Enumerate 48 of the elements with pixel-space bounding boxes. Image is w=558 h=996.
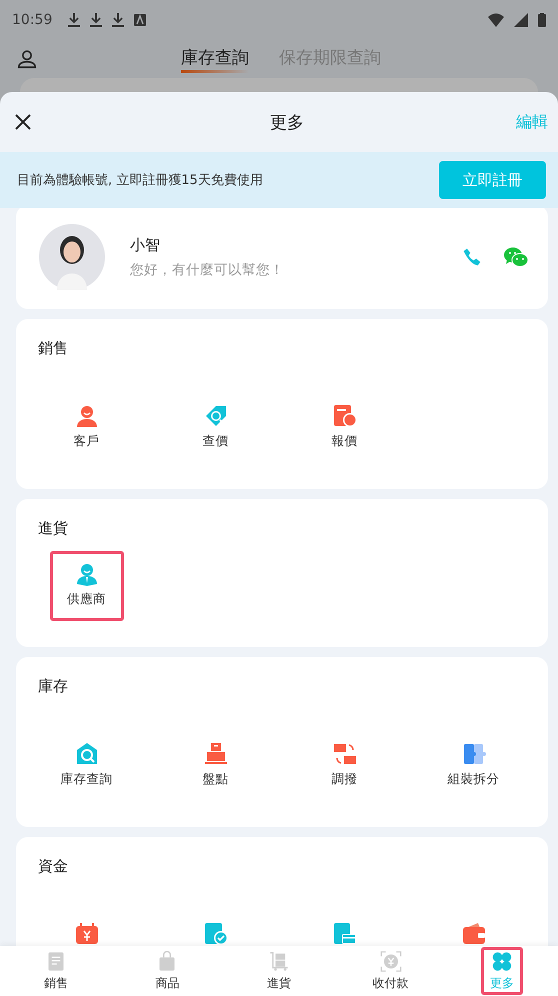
nav-tab[interactable]: 進貨 <box>258 947 300 995</box>
download-icon <box>90 13 102 27</box>
section-title: 銷售 <box>37 338 69 359</box>
cart-boxes-icon <box>268 951 290 972</box>
transfer-boxes-icon <box>332 742 356 766</box>
scan-yen-icon <box>380 951 402 972</box>
section-title: 資金 <box>37 856 69 877</box>
shopping-bag-icon <box>157 951 178 972</box>
section-title: 庫存 <box>37 676 69 697</box>
download-icon <box>112 13 124 27</box>
nav-tab[interactable]: 銷售 <box>34 947 77 995</box>
phone-button[interactable] <box>462 247 482 267</box>
menu-item[interactable]: 查價 <box>178 393 252 463</box>
menu-item[interactable]: 報價 <box>308 393 382 463</box>
notification-icon <box>134 14 146 26</box>
chat-bubbles-icon <box>504 247 528 267</box>
menu-item[interactable]: 庫存查詢 <box>50 731 124 801</box>
price-tag-icon <box>204 404 228 428</box>
signal-icon <box>514 13 528 27</box>
greeting-text: 您好，有什麼可以幫您！ <box>130 260 285 278</box>
puzzle-icon <box>462 742 486 766</box>
phone-icon <box>462 247 482 267</box>
nav-tab[interactable]: 商品 <box>146 947 188 995</box>
menu-item[interactable]: 調撥 <box>308 731 382 801</box>
tab[interactable]: 庫存查詢 <box>181 46 249 72</box>
chat-button[interactable] <box>504 247 528 267</box>
download-icon <box>68 13 80 27</box>
person-tie-icon <box>74 562 98 586</box>
section-title: 進貨 <box>37 518 69 539</box>
assistant-name: 小智 <box>130 236 161 254</box>
banner-text: 目前為體驗帳號, 立即註冊獲15天免費使用 <box>17 172 263 189</box>
menu-item[interactable]: 客戶 <box>50 393 124 463</box>
avatar <box>39 224 105 290</box>
sheet-title: 更多 <box>269 112 304 134</box>
pallet-boxes-icon <box>204 742 228 766</box>
clock-time: 10:59 <box>12 12 52 28</box>
wifi-icon <box>488 13 504 27</box>
battery-icon <box>538 13 546 27</box>
quote-document-icon <box>332 404 356 428</box>
nav-tab[interactable]: 收付款 <box>364 947 418 995</box>
clover-icon <box>491 951 514 972</box>
menu-item[interactable]: 盤點 <box>178 731 252 801</box>
user-icon <box>16 48 38 70</box>
menu-item[interactable]: 供應商 <box>50 551 124 621</box>
document-icon <box>46 951 66 972</box>
person-icon <box>74 404 98 428</box>
menu-item[interactable]: 組裝拆分 <box>436 731 510 801</box>
house-search-icon <box>74 742 98 766</box>
